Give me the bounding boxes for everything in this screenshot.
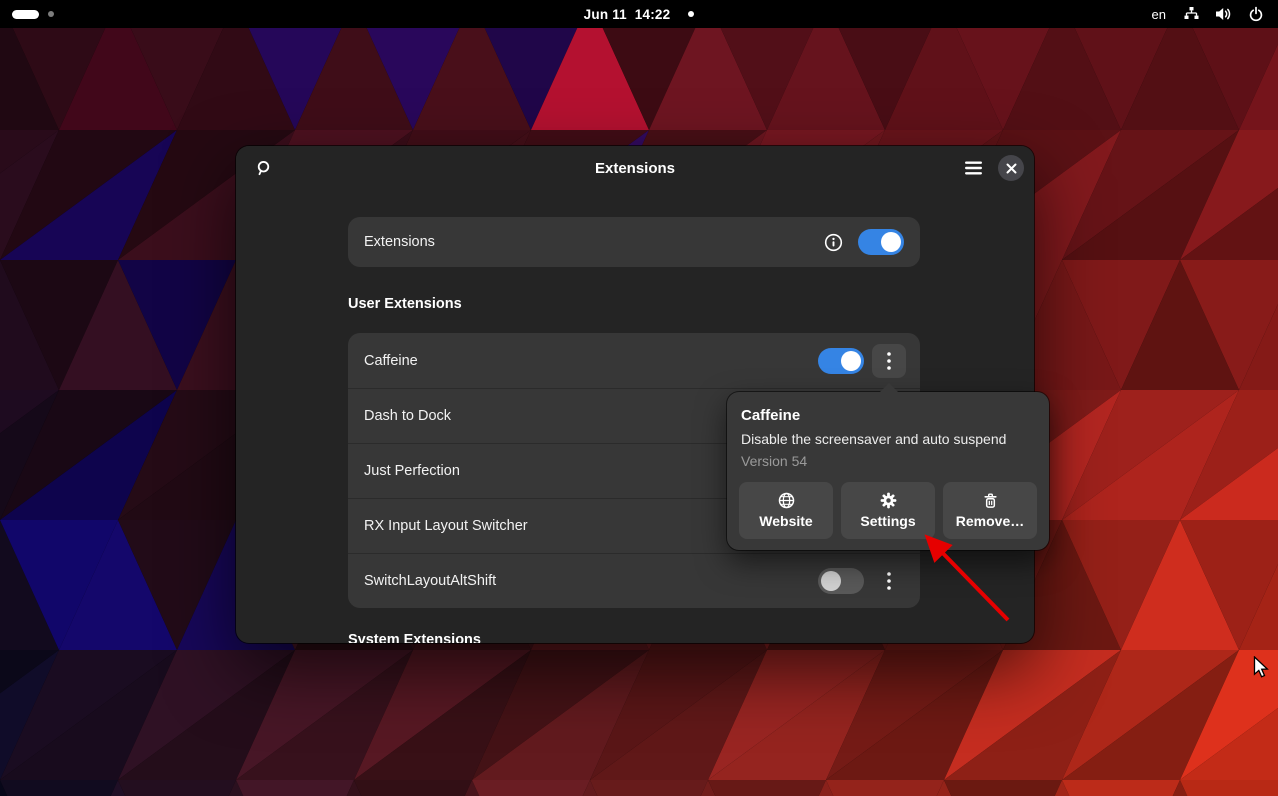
info-icon xyxy=(824,233,842,251)
popover-version: Version 54 xyxy=(741,453,808,469)
extensions-global-toggle[interactable] xyxy=(858,229,904,255)
extension-name: Dash to Dock xyxy=(364,408,452,424)
info-button[interactable] xyxy=(820,229,846,255)
search-button[interactable] xyxy=(246,151,280,185)
kebab-icon xyxy=(887,572,891,590)
caffeine-menu-button[interactable] xyxy=(872,343,906,378)
popover-actions: Website Settings Remove… xyxy=(739,482,1037,539)
keyboard-layout-indicator[interactable]: en xyxy=(1152,7,1166,22)
switchlayoutaltshift-menu-button[interactable] xyxy=(872,564,906,598)
trash-icon xyxy=(983,493,997,508)
settings-button[interactable]: Settings xyxy=(841,482,935,539)
popover-arrow-tip xyxy=(879,383,899,393)
menu-button[interactable] xyxy=(956,151,990,185)
network-wired-icon[interactable] xyxy=(1183,6,1200,22)
caffeine-popover: Caffeine Disable the screensaver and aut… xyxy=(727,392,1049,550)
globe-icon xyxy=(778,492,794,509)
extension-name: Just Perfection xyxy=(364,463,460,479)
remove-button[interactable]: Remove… xyxy=(943,482,1037,539)
search-icon xyxy=(257,160,269,175)
system-indicators: en xyxy=(1152,0,1264,28)
window-title: Extensions xyxy=(594,159,676,177)
caffeine-toggle[interactable] xyxy=(818,347,864,374)
website-button-label: Website xyxy=(759,513,813,529)
section-heading-user-extensions: User Extensions xyxy=(348,296,462,312)
extension-name: RX Input Layout Switcher xyxy=(364,518,528,534)
popover-description: Disable the screensaver and auto suspend xyxy=(741,431,1007,447)
extension-name: Caffeine xyxy=(364,352,418,369)
power-icon[interactable] xyxy=(1248,6,1264,22)
extension-row-caffeine[interactable]: Caffeine xyxy=(348,333,920,388)
switchlayoutaltshift-toggle[interactable] xyxy=(818,568,864,594)
volume-icon[interactable] xyxy=(1215,6,1233,22)
clock-label: Jun 11 14:22 xyxy=(583,6,671,22)
kebab-icon xyxy=(887,351,891,370)
desktop: Jun 11 14:22 en Extensions Extensions Us… xyxy=(0,0,1278,796)
settings-button-label: Settings xyxy=(860,513,916,529)
extensions-global-row: Extensions xyxy=(348,217,920,267)
gear-icon xyxy=(880,492,896,509)
popover-title: Caffeine xyxy=(741,407,801,424)
close-icon xyxy=(1006,163,1016,173)
website-button[interactable]: Website xyxy=(739,482,833,539)
clock-button[interactable]: Jun 11 14:22 xyxy=(0,0,1278,28)
close-button[interactable] xyxy=(998,155,1024,181)
extension-name: SwitchLayoutAltShift xyxy=(364,573,497,589)
headerbar: Extensions xyxy=(236,146,1034,190)
global-row-label: Extensions xyxy=(364,234,435,250)
extension-row-switchlayoutaltshift[interactable]: SwitchLayoutAltShift xyxy=(348,553,920,608)
top-bar: Jun 11 14:22 en xyxy=(0,0,1278,28)
section-heading-system-extensions: System Extensions xyxy=(348,632,481,643)
notification-dot xyxy=(688,11,695,17)
menu-icon xyxy=(964,161,982,175)
remove-button-label: Remove… xyxy=(955,513,1025,529)
